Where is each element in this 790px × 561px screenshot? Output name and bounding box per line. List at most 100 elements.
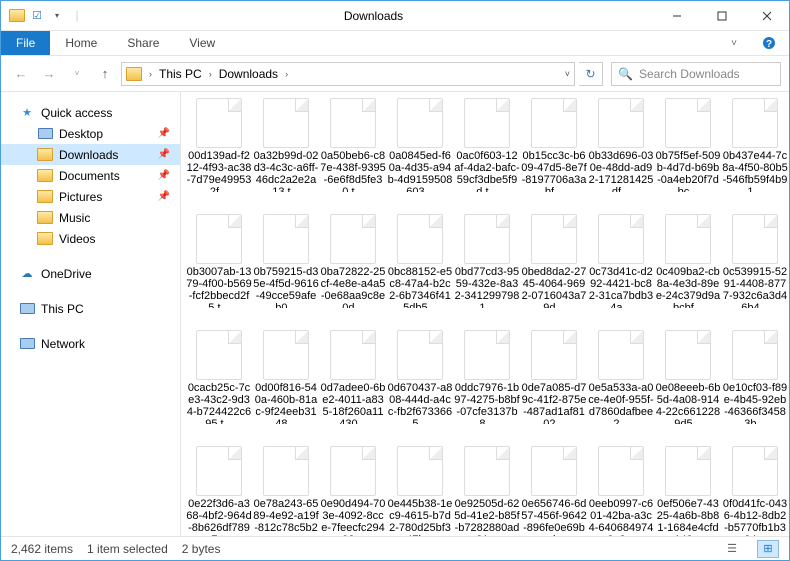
pin-icon: 📌 (158, 191, 170, 202)
sidebar-item-quick-access[interactable]: ★Quick access (1, 102, 180, 123)
status-bar: 2,462 items 1 item selected 2 bytes ☰ ⊞ (1, 536, 789, 560)
chevron-right-icon[interactable]: › (282, 69, 291, 79)
file-item[interactable]: 0a32b99d-02d3-4c3c-a6ff-46dc2a2e2a13.t..… (254, 98, 318, 192)
breadcrumb[interactable]: › This PC › Downloads › ˅ (121, 62, 575, 86)
file-item[interactable]: 0cacb25c-7ce3-43c2-9d34-b724422c695.t... (187, 330, 251, 424)
file-item[interactable]: 0b15cc3c-b609-47d5-8e7f-8197706a3abf... (522, 98, 586, 192)
file-icon (330, 98, 376, 148)
search-input[interactable]: 🔍 Search Downloads (611, 62, 781, 86)
folder-icon (37, 168, 53, 184)
file-item[interactable]: 0e22f3d6-a368-4bf2-964d-8b626df789a7.t..… (187, 446, 251, 536)
file-item[interactable]: 0e08eeeb-6b5d-4a08-9144-22c6612289d5... (656, 330, 720, 424)
file-item[interactable]: 0ba72822-25cf-4e8e-a4a5-0e68aa9c8e0d... (321, 214, 385, 308)
file-label: 0b437e44-7c8a-4f50-80b5-546fb59f4b91... (722, 150, 788, 192)
back-button[interactable]: ← (9, 62, 33, 86)
file-item[interactable]: 0a0845ed-f60a-4d35-a94b-4d9159508603... (388, 98, 452, 192)
file-icon (531, 98, 577, 148)
view-details-button[interactable]: ☰ (721, 540, 743, 558)
sidebar-item-network[interactable]: Network (1, 333, 180, 354)
file-label: 0eeb0997-c601-42ba-a3c4-6406849742e3... (588, 498, 654, 536)
qat-separator: | (69, 8, 85, 24)
file-item[interactable]: 0d00f816-540a-460b-81ac-9f24eeb3148... (254, 330, 318, 424)
help-button[interactable]: ? (749, 31, 789, 55)
search-placeholder: Search Downloads (639, 67, 740, 81)
sidebar-item-videos[interactable]: Videos (1, 228, 180, 249)
file-item[interactable]: 0d670437-a808-444d-a4cc-fb2f6733665... (388, 330, 452, 424)
file-item[interactable]: 0b759215-d35e-4f5d-9616-49cce59afeb0... (254, 214, 318, 308)
file-item[interactable]: 0ef506e7-4325-4a6b-8b81-1684e4cfd143... (656, 446, 720, 536)
window-title: Downloads (93, 9, 654, 23)
file-item[interactable]: 0e10cf03-f89e-4b45-92eb-46366f34583b... (723, 330, 787, 424)
file-item[interactable]: 0c539915-5291-4408-8777-932c6a3d46b4... (723, 214, 787, 308)
tab-share[interactable]: Share (112, 31, 174, 55)
file-icon (531, 446, 577, 496)
up-button[interactable]: ↑ (93, 62, 117, 86)
view-icons-button[interactable]: ⊞ (757, 540, 779, 558)
folder-icon (37, 231, 53, 247)
file-item[interactable]: 0e92505d-625d-41e2-b85f-b7282880ad31... (455, 446, 519, 536)
file-item[interactable]: 0d7adee0-6be2-4011-a835-18f260a11430... (321, 330, 385, 424)
file-icon (598, 98, 644, 148)
file-item[interactable]: 0eeb0997-c601-42ba-a3c4-6406849742e3... (589, 446, 653, 536)
file-item[interactable]: 0ddc7976-1b97-4275-b8bf-07cfe3137b8... (455, 330, 519, 424)
file-label: 0bc88152-e5c8-47a4-b2c2-6b7346f415db5... (387, 266, 453, 308)
file-label: 0e5a533a-a0ce-4e0f-955f-d7860dafbee2... (588, 382, 654, 424)
file-item[interactable]: 0e656746-6d57-456f-9642-896fe0e69bed... (522, 446, 586, 536)
file-list[interactable]: 00d139ad-f212-4f93-ac38-7d79e499532f...0… (181, 92, 789, 536)
file-label: 0d670437-a808-444d-a4cc-fb2f6733665... (387, 382, 453, 424)
file-item[interactable]: 0bed8da2-2745-4064-9692-0716043a79d... (522, 214, 586, 308)
ribbon-expand-icon[interactable]: ˅ (719, 31, 749, 55)
properties-icon[interactable]: ☑ (29, 8, 45, 24)
minimize-button[interactable] (654, 1, 699, 30)
file-item[interactable]: 0ac0f603-12af-4da2-bafc-59cf3dbe5f9d.t..… (455, 98, 519, 192)
address-dropdown-icon[interactable]: ˅ (565, 69, 570, 79)
file-label: 0a50beb6-c87e-438f-9395-6e6f8d5fe30.t... (320, 150, 386, 192)
file-item[interactable]: 0b437e44-7c8a-4f50-80b5-546fb59f4b91... (723, 98, 787, 192)
file-item[interactable]: 0e78a243-6589-4e92-a19f-812c78c5b2ec... (254, 446, 318, 536)
file-label: 0b3007ab-1379-4f00-b569-fcf2bbecd2f5.t..… (186, 266, 252, 308)
cloud-icon: ☁ (19, 266, 35, 282)
desktop-icon (37, 126, 53, 142)
file-item[interactable]: 0e445b38-1ec9-4615-b7d2-780d25bf347b... (388, 446, 452, 536)
sidebar-item-onedrive[interactable]: ☁OneDrive (1, 263, 180, 284)
file-label: 00d139ad-f212-4f93-ac38-7d79e499532f... (186, 150, 252, 192)
file-icon (464, 446, 510, 496)
sidebar-item-documents[interactable]: Documents📌 (1, 165, 180, 186)
file-label: 0c73d41c-d292-4421-bc82-31ca7bdb34a... (588, 266, 654, 308)
file-item[interactable]: 0b75f5ef-509b-4d7d-b69b-0a4eb20f7dbc... (656, 98, 720, 192)
tab-home[interactable]: Home (50, 31, 112, 55)
sidebar-item-pictures[interactable]: Pictures📌 (1, 186, 180, 207)
file-label: 0d00f816-540a-460b-81ac-9f24eeb3148... (253, 382, 319, 424)
close-button[interactable] (744, 1, 789, 30)
file-item[interactable]: 0bd77cd3-9559-432e-8a32-3412997981... (455, 214, 519, 308)
file-item[interactable]: 0e5a533a-a0ce-4e0f-955f-d7860dafbee2... (589, 330, 653, 424)
forward-button[interactable]: → (37, 62, 61, 86)
file-item[interactable]: 0a50beb6-c87e-438f-9395-6e6f8d5fe30.t... (321, 98, 385, 192)
file-item[interactable]: 00d139ad-f212-4f93-ac38-7d79e499532f... (187, 98, 251, 192)
file-item[interactable]: 0c73d41c-d292-4421-bc82-31ca7bdb34a... (589, 214, 653, 308)
breadcrumb-folder[interactable]: Downloads (217, 67, 280, 81)
tab-file[interactable]: File (1, 31, 50, 55)
sidebar-item-desktop[interactable]: Desktop📌 (1, 123, 180, 144)
sidebar-item-music[interactable]: Music (1, 207, 180, 228)
file-item[interactable]: 0e90d494-703e-4092-8cce-7feecfc29498... (321, 446, 385, 536)
tab-view[interactable]: View (174, 31, 230, 55)
file-item[interactable]: 0bc88152-e5c8-47a4-b2c2-6b7346f415db5... (388, 214, 452, 308)
file-item[interactable]: 0b3007ab-1379-4f00-b569-fcf2bbecd2f5.t..… (187, 214, 251, 308)
file-item[interactable]: 0f0d41fc-0436-4b12-8db2-b5770fb1b334... (723, 446, 787, 536)
breadcrumb-root[interactable]: This PC (157, 67, 204, 81)
recent-dropdown-icon[interactable]: ˅ (65, 62, 89, 86)
chevron-right-icon[interactable]: › (206, 69, 215, 79)
file-label: 0ddc7976-1b97-4275-b8bf-07cfe3137b8... (454, 382, 520, 424)
refresh-button[interactable]: ↻ (579, 62, 603, 86)
maximize-button[interactable] (699, 1, 744, 30)
file-item[interactable]: 0c409ba2-cb8a-4e3d-89ee-24c379d9abcbf... (656, 214, 720, 308)
sidebar-item-downloads[interactable]: Downloads📌 (1, 144, 180, 165)
qat-dropdown-icon[interactable]: ▾ (49, 8, 65, 24)
file-item[interactable]: 0de7a085-d79c-41f2-875e-487ad1af8102... (522, 330, 586, 424)
chevron-right-icon[interactable]: › (146, 69, 155, 79)
file-label: 0e90d494-703e-4092-8cce-7feecfc29498... (320, 498, 386, 536)
file-label: 0c539915-5291-4408-8777-932c6a3d46b4... (722, 266, 788, 308)
sidebar-item-thispc[interactable]: This PC (1, 298, 180, 319)
file-item[interactable]: 0b33d696-030e-48dd-ad92-171281425df... (589, 98, 653, 192)
